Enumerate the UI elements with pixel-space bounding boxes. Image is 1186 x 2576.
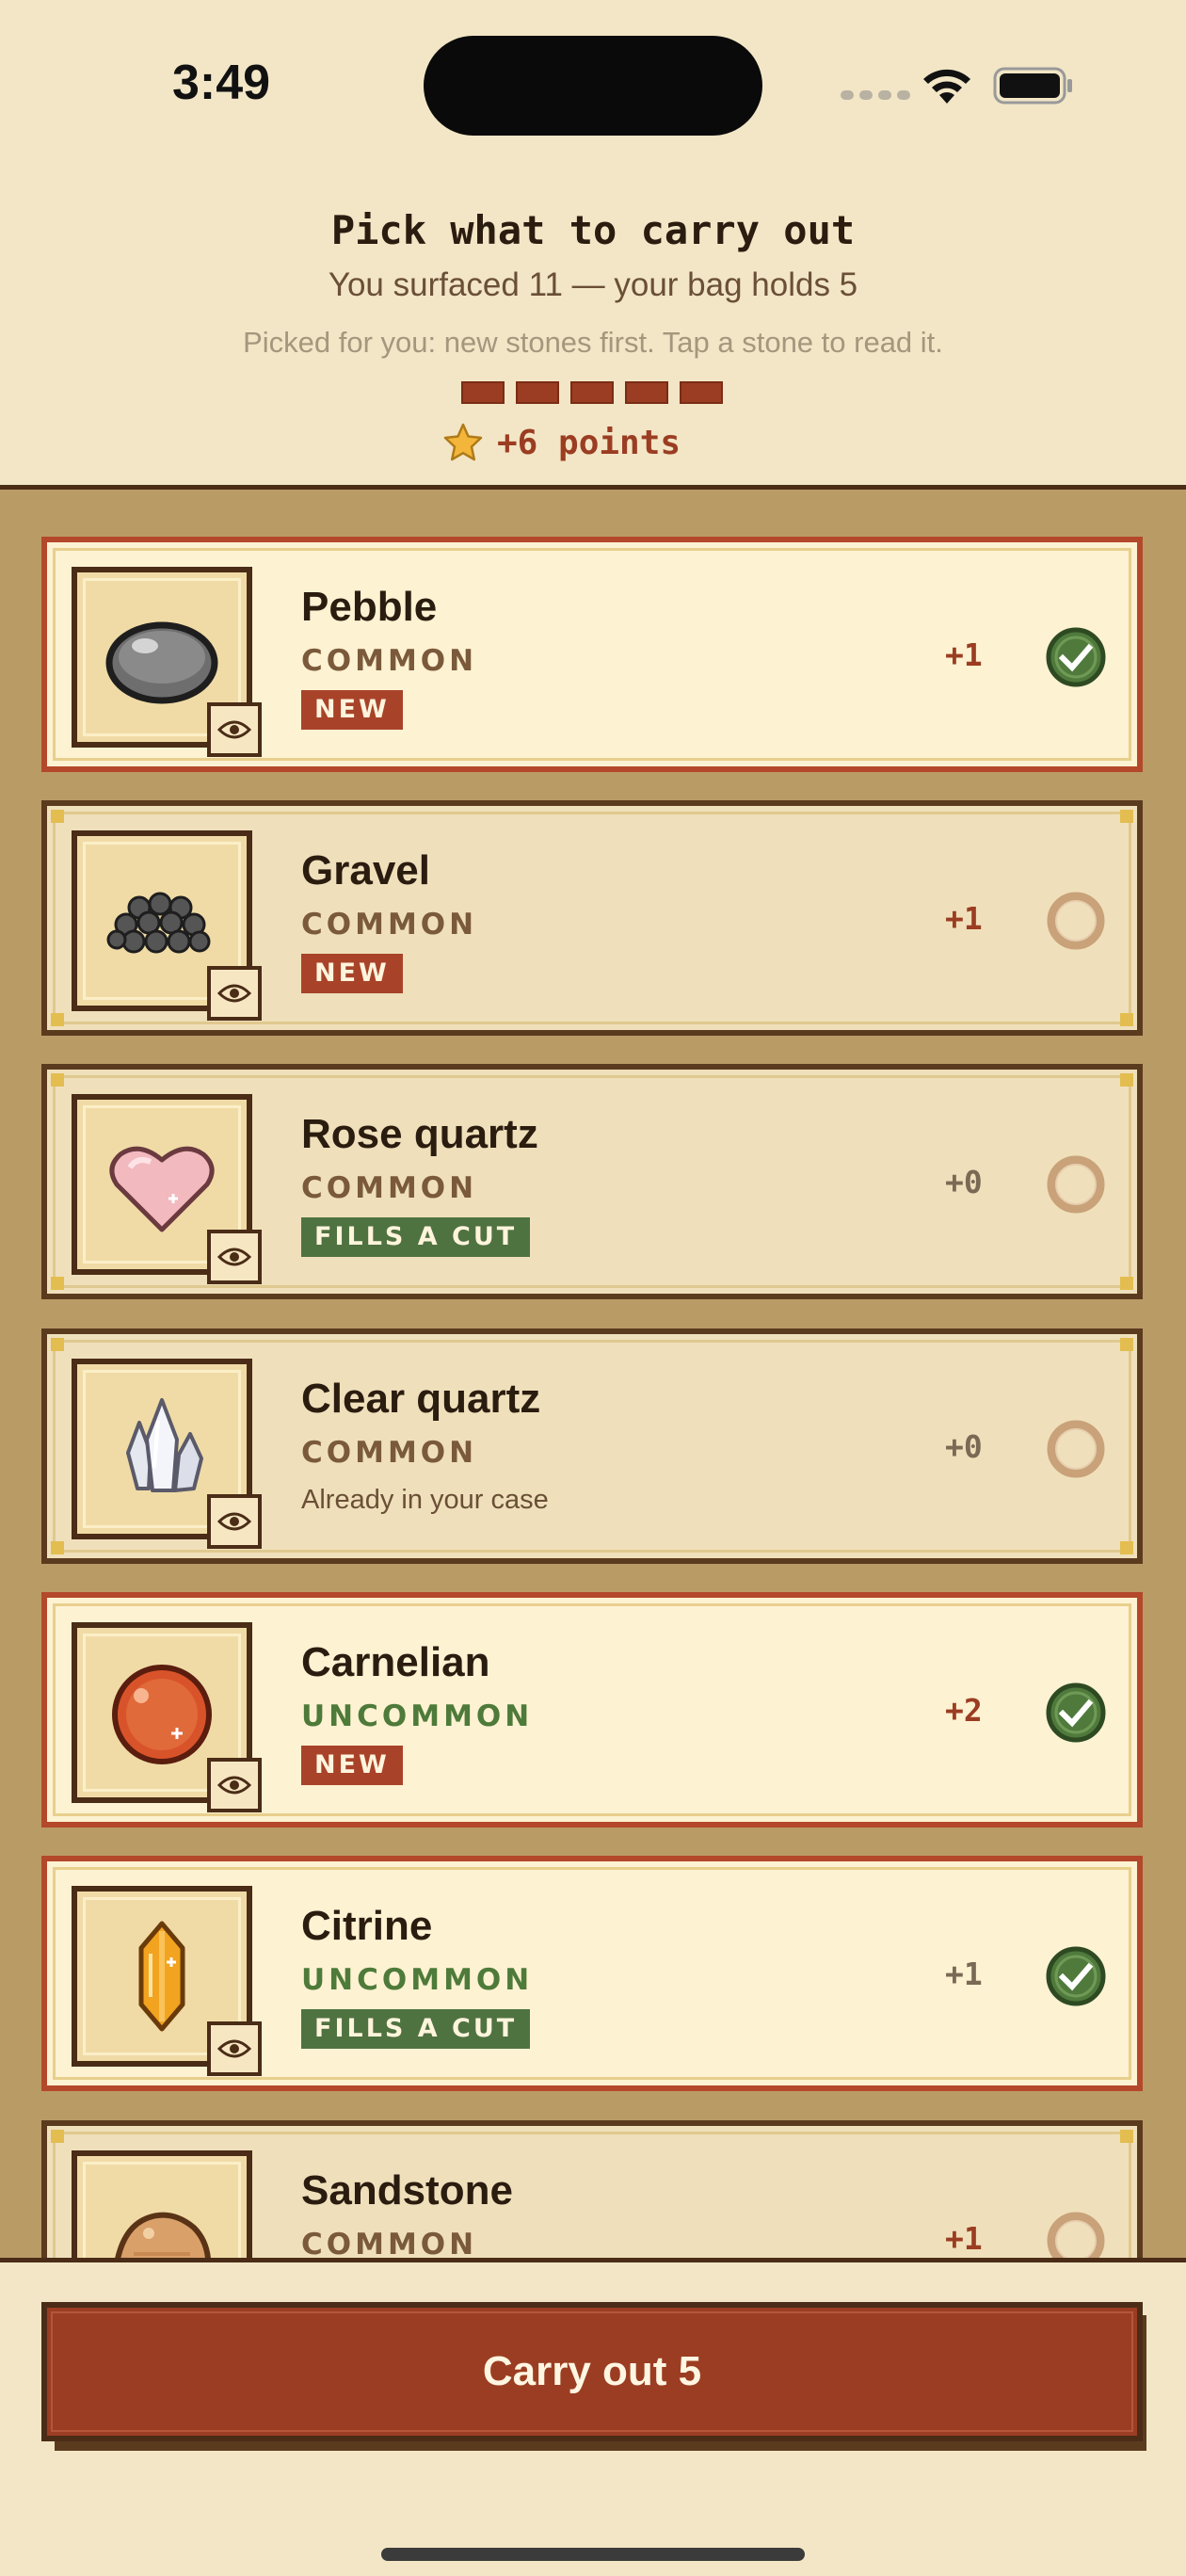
stone-points: +1 [945,2220,983,2257]
stone-list[interactable]: Pebble COMMON NEW +1 Gravel COMMON NEW +… [0,490,1186,2258]
wifi-icon [923,69,970,104]
eye-icon[interactable] [207,966,262,1021]
sandstone-icon [115,2212,211,2258]
points-summary: +6 points [442,422,681,463]
bag-capacity-meter [461,381,723,404]
stone-points: +1 [945,900,983,937]
unselected-circle-icon[interactable] [1045,890,1107,952]
eye-icon[interactable] [207,1494,262,1549]
stone-rarity: COMMON [301,1436,478,1470]
bag-slot [570,381,614,404]
stone-name: Clear quartz [301,1376,541,1422]
stone-points: +1 [945,636,983,673]
stone-card-pebble[interactable]: Pebble COMMON NEW +1 [41,537,1143,772]
stone-card-rose-quartz[interactable]: Rose quartz COMMON FILLS A CUT +0 [41,1064,1143,1299]
footer-bar: Carry out 5 [0,2258,1186,2576]
unselected-circle-icon[interactable] [1045,1153,1107,1216]
carry-out-button[interactable]: Carry out 5 [41,2302,1143,2441]
stone-tag: NEW [301,954,403,993]
bag-slot [461,381,505,404]
stone-thumbnail[interactable] [72,2150,252,2258]
stone-card-clear-quartz[interactable]: Clear quartz COMMON Already in your case… [41,1328,1143,1564]
home-indicator[interactable] [381,2548,805,2561]
stone-name: Sandstone [301,2167,513,2214]
stone-points: +0 [945,1428,983,1465]
stone-card-citrine[interactable]: Citrine UNCOMMON FILLS A CUT +1 [41,1856,1143,2091]
page-subtitle: You surfaced 11 — your bag holds 5 [328,266,858,303]
unselected-circle-icon[interactable] [1045,1418,1107,1480]
checkmark-icon[interactable] [1045,1945,1107,2007]
stone-name: Citrine [301,1903,433,1949]
eye-icon[interactable] [207,702,262,757]
stone-rarity: UNCOMMON [301,1699,534,1733]
stone-rarity: UNCOMMON [301,1963,534,1997]
stone-note: Already in your case [301,1485,549,1515]
stone-card-sandstone[interactable]: Sandstone COMMON +1 [41,2120,1143,2258]
stone-points: +1 [945,1956,983,1992]
checkmark-icon[interactable] [1045,626,1107,688]
stone-card-carnelian[interactable]: Carnelian UNCOMMON NEW +2 [41,1592,1143,1827]
stone-tag: FILLS A CUT [301,2009,531,2049]
stone-name: Rose quartz [301,1111,538,1157]
stone-name: Pebble [301,584,438,630]
stone-card-gravel[interactable]: Gravel COMMON NEW +1 [41,800,1143,1036]
bag-slot [516,381,559,404]
star-icon [443,423,483,461]
battery-icon [993,67,1072,105]
checkmark-icon[interactable] [1045,1682,1107,1744]
unselected-circle-icon[interactable] [1045,2210,1107,2258]
stone-points: +0 [945,1164,983,1200]
stone-name: Carnelian [301,1639,490,1685]
bag-slot [680,381,723,404]
stone-rarity: COMMON [301,644,478,678]
stone-rarity: COMMON [301,908,478,942]
stone-points: +2 [945,1692,983,1729]
page-title: Pick what to carry out [330,207,856,253]
eye-icon[interactable] [207,2021,262,2076]
stone-name: Gravel [301,847,430,894]
bag-slot [625,381,668,404]
status-time: 3:49 [172,56,271,110]
stone-tag: FILLS A CUT [301,1217,531,1257]
cellular-signal-icon [841,90,910,100]
dynamic-island [424,36,762,136]
stone-tag: NEW [301,690,403,730]
stone-rarity: COMMON [301,1171,478,1205]
points-label: +6 points [497,423,681,462]
eye-icon[interactable] [207,1758,262,1812]
carry-out-button-label: Carry out 5 [482,2348,702,2394]
selection-hint: Picked for you: new stones first. Tap a … [243,326,943,359]
stone-tag: NEW [301,1746,403,1785]
eye-icon[interactable] [207,1230,262,1284]
stone-rarity: COMMON [301,2228,478,2258]
